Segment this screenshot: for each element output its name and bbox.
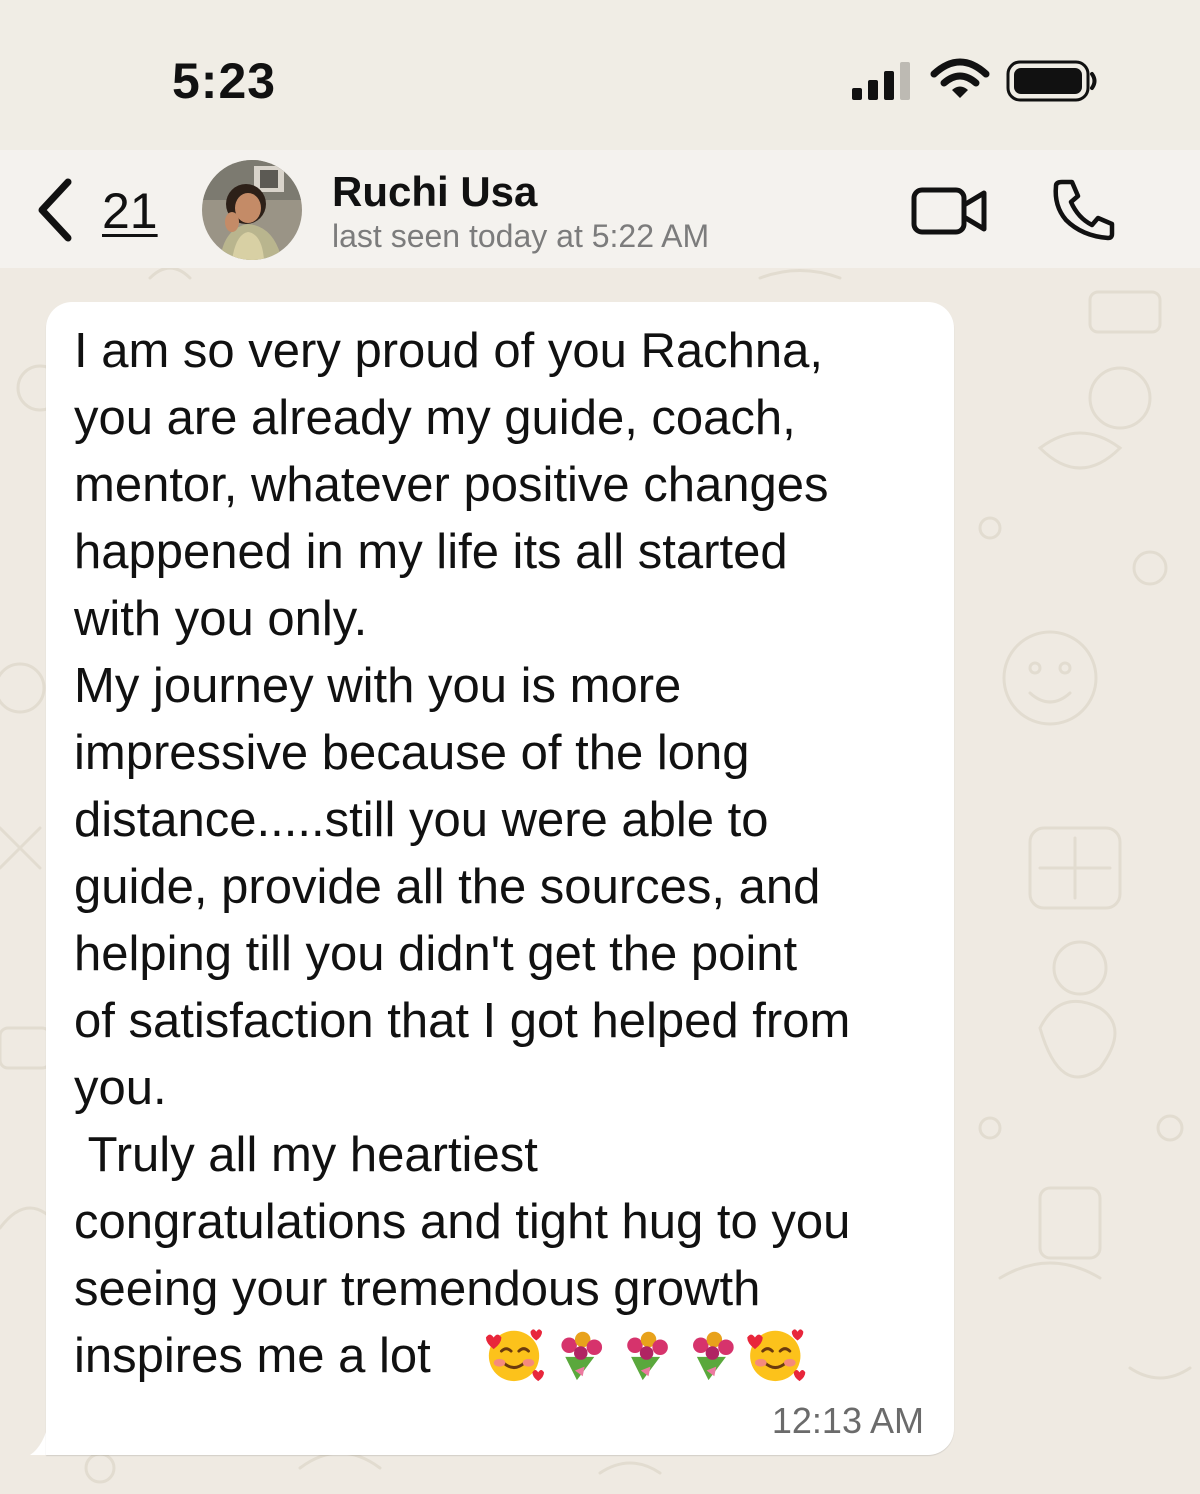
status-time: 5:23 bbox=[172, 53, 277, 109]
message-text: I am so very proud of you Rachna, you ar… bbox=[74, 324, 851, 1383]
video-call-button[interactable] bbox=[908, 180, 990, 240]
cellular-signal-icon bbox=[852, 62, 910, 100]
chat-header: 21 Ruchi Usa last seen today at 5:22 AM bbox=[0, 150, 1200, 268]
contact-avatar[interactable] bbox=[202, 160, 302, 260]
video-camera-icon bbox=[911, 187, 987, 235]
bouquet-icon bbox=[693, 1331, 734, 1381]
phone-icon bbox=[1053, 179, 1115, 241]
smiling-face-with-hearts-icon bbox=[485, 1329, 544, 1382]
bouquet-icon bbox=[561, 1331, 603, 1381]
message-timestamp: 12:13 AM bbox=[771, 1400, 924, 1441]
back-button[interactable]: 21 bbox=[30, 172, 170, 244]
contact-info[interactable]: Ruchi Usa last seen today at 5:22 AM bbox=[332, 166, 852, 256]
emoji-row bbox=[485, 1329, 806, 1382]
contact-name: Ruchi Usa bbox=[332, 168, 538, 215]
smiling-face-with-hearts-icon bbox=[747, 1329, 806, 1382]
voice-call-button[interactable] bbox=[1048, 176, 1118, 242]
incoming-message-bubble[interactable]: I am so very proud of you Rachna, you ar… bbox=[46, 302, 954, 1455]
bouquet-icon bbox=[627, 1331, 668, 1381]
contact-last-seen: last seen today at 5:22 AM bbox=[332, 218, 710, 254]
battery-icon bbox=[1006, 60, 1097, 102]
wifi-icon bbox=[930, 58, 990, 98]
chevron-left-icon bbox=[38, 178, 72, 242]
unread-count: 21 bbox=[102, 183, 158, 239]
status-bar: 5:23 bbox=[0, 0, 1200, 150]
